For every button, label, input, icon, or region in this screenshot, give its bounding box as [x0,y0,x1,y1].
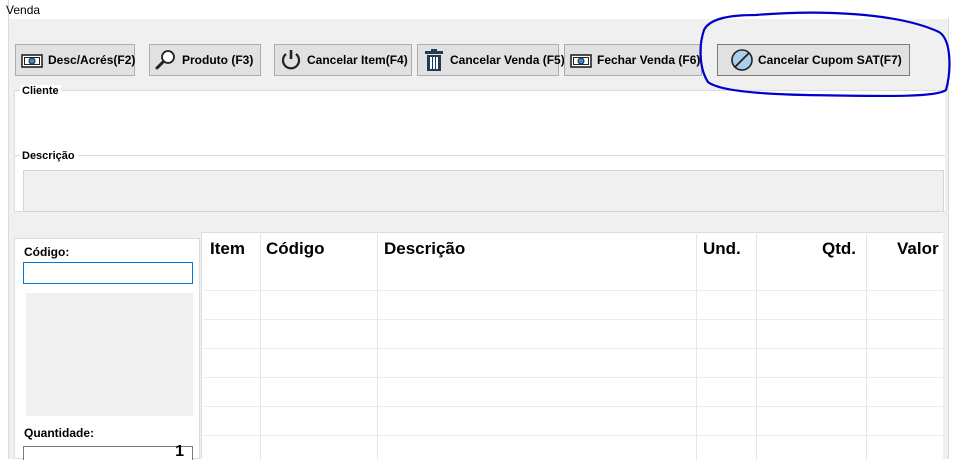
money-icon [21,54,43,68]
produto-button[interactable]: Produto (F3) [149,44,261,76]
grid-column-divider [756,234,757,460]
grid-row-divider [203,406,944,407]
window-right-border [948,18,953,459]
codigo-label: Código: [24,245,70,259]
column-header-codigo[interactable]: Código [266,239,325,259]
grid-column-divider [377,234,378,460]
items-grid[interactable]: Item Código Descrição Und. Qtd. Valor [201,232,944,460]
grid-row-divider [203,377,944,378]
grid-column-divider [866,234,867,460]
quantidade-value: 1 [175,443,184,460]
window-left-border [0,0,9,459]
column-header-descricao[interactable]: Descrição [384,239,465,259]
fechar-venda-label: Fechar Venda (F6) [597,53,701,67]
column-header-und[interactable]: Und. [703,239,741,259]
cancelar-cupom-sat-button[interactable]: Cancelar Cupom SAT(F7) [717,44,910,76]
cancelar-item-label: Cancelar Item(F4) [307,53,408,67]
magnifier-icon [155,50,175,70]
codigo-input[interactable] [23,262,193,284]
grid-column-divider [696,234,697,460]
descricao-group [14,155,945,156]
descricao-field [23,170,944,212]
grid-row-divider [203,435,944,436]
grid-column-divider [260,234,261,460]
quantidade-label: Quantidade: [24,426,95,440]
desc-acres-button[interactable]: Desc/Acrés(F2) [15,44,135,76]
quantidade-input[interactable]: 1 [23,443,193,460]
desc-acres-label: Desc/Acrés(F2) [48,53,136,67]
trash-icon [425,49,443,71]
product-image-area [26,293,193,416]
fechar-venda-button[interactable]: Fechar Venda (F6) [564,44,702,76]
grid-row-divider [203,290,944,291]
column-header-qtd[interactable]: Qtd. [822,239,856,259]
power-icon [281,50,301,70]
cancelar-cupom-sat-label: Cancelar Cupom SAT(F7) [758,53,902,67]
produto-label: Produto (F3) [182,53,254,67]
column-header-valor[interactable]: Valor [897,239,939,259]
cliente-group [14,90,945,145]
cliente-label: Cliente [20,85,61,97]
grid-row-divider [203,348,944,349]
column-header-item[interactable]: Item [210,239,245,259]
descricao-label: Descrição [20,150,77,162]
cancelar-venda-label: Cancelar Venda (F5) [450,53,565,67]
grid-row-divider [203,319,944,320]
cancelar-venda-button[interactable]: Cancelar Venda (F5) [417,44,565,76]
cancelar-item-button[interactable]: Cancelar Item(F4) [274,44,412,76]
window-title: Venda [6,3,41,17]
cancel-circle-icon [731,49,753,71]
money-icon [570,54,592,68]
